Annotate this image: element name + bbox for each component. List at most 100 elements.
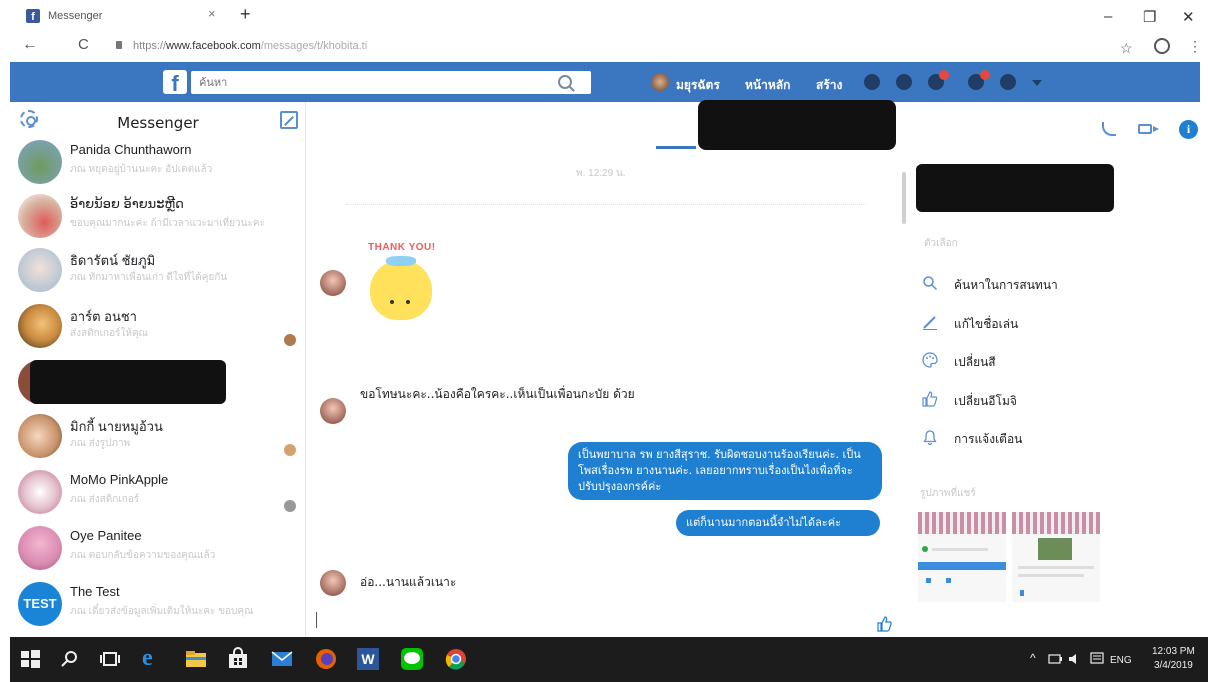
chrome-icon[interactable]: [444, 647, 468, 671]
avatar[interactable]: [651, 73, 669, 91]
conversation-item[interactable]: TEST The Test ภณ เดี๋ยวส่งข้อมูลเพิ่มเติ…: [10, 578, 305, 634]
conversation-name: MoMo PinkApple: [70, 472, 169, 487]
browser-tab[interactable]: f Messenger: [18, 6, 238, 26]
menu-kebab-icon[interactable]: ⋮: [1188, 38, 1202, 55]
chevron-down-icon[interactable]: [1032, 80, 1042, 86]
option-change-emoji[interactable]: เปลี่ยนอีโมจิ: [920, 388, 1180, 410]
url-field[interactable]: https://www.facebook.com/messages/t/khob…: [133, 40, 367, 52]
option-label: ค้นหาในการสนทนา: [954, 278, 1058, 292]
video-camera-icon[interactable]: [1138, 124, 1159, 134]
conversation-item[interactable]: [10, 356, 305, 412]
header-divider: [656, 146, 696, 149]
conversation-item[interactable]: Panida Chunthaworn ภณ หยุดอยู่บ้านนะคะ อ…: [10, 136, 305, 192]
mail-icon[interactable]: [270, 647, 294, 671]
facebook-favicon-icon: f: [26, 9, 40, 23]
windows-start-icon[interactable]: [18, 647, 42, 671]
info-icon[interactable]: i: [1179, 120, 1198, 139]
chat-thread: พ. 12:29 น. THANK YOU! ขอโทษนะคะ..น้องคื…: [306, 100, 902, 637]
task-view-icon[interactable]: [98, 647, 122, 671]
notification-badge: [980, 70, 990, 80]
phone-icon[interactable]: [1102, 122, 1116, 136]
option-label: แก้ไขชื่อเล่น: [954, 317, 1019, 331]
search-icon: [923, 276, 938, 291]
minimize-button[interactable]: –: [1104, 8, 1112, 25]
file-explorer-icon[interactable]: [184, 647, 208, 671]
outgoing-message: เป็นพยาบาล รพ ยางสีสุราช. รับผิดชอบงานร้…: [568, 442, 882, 500]
friend-requests-icon[interactable]: [864, 74, 880, 90]
conversation-item[interactable]: อาร์ต อนชา ส่งสติกเกอร์ให้คุณ: [10, 300, 305, 356]
sidebar-title: Messenger: [117, 114, 199, 132]
message-input-cursor[interactable]: [316, 612, 317, 628]
thumbs-up-icon: [922, 391, 938, 407]
address-bar: ← C https://www.facebook.com/messages/t/…: [0, 34, 1208, 62]
thumbs-up-icon[interactable]: [876, 616, 892, 632]
conversation-item[interactable]: มิกกี้ นายหมูอ้วน ภณ ส่งรูปภาพ: [10, 410, 305, 466]
input-language[interactable]: ENG: [1110, 655, 1132, 666]
conversation-item[interactable]: Oye Panitee ภณ ตอบกลับข้อความของคุณแล้ว: [10, 522, 305, 578]
help-icon[interactable]: [1000, 74, 1016, 90]
messenger-icon[interactable]: [896, 74, 912, 90]
conversation-name: อาร์ต อนชา: [70, 309, 137, 324]
bookmark-star-icon[interactable]: ☆: [1120, 40, 1133, 57]
shared-photo-thumbnail[interactable]: [918, 512, 1006, 602]
option-label: เปลี่ยนสี: [954, 355, 996, 369]
search-icon[interactable]: [558, 75, 572, 89]
conversation-snippet: ภณ เดี๋ยวส่งข้อมูลเพิ่มเติมให้นะคะ ขอบคุ…: [70, 606, 254, 617]
profile-link[interactable]: มยุรฉัตร: [676, 76, 720, 95]
option-search-in-conversation[interactable]: ค้นหาในการสนทนา: [920, 272, 1180, 294]
close-window-button[interactable]: ✕: [1182, 8, 1195, 26]
store-icon[interactable]: [226, 647, 250, 671]
conversation-name: Oye Panitee: [70, 528, 142, 543]
facebook-top-bar: f มยุรฉัตร หน้าหลัก สร้าง: [10, 62, 1200, 102]
bell-icon: [923, 430, 937, 445]
word-icon[interactable]: W: [356, 647, 380, 671]
search-icon[interactable]: [58, 647, 82, 671]
eye: [406, 300, 410, 304]
clock-date: 3/4/2019: [1153, 660, 1193, 671]
action-center-icon[interactable]: [1090, 652, 1104, 666]
conversation-snippet: ส่งสติกเกอร์ให้คุณ: [70, 328, 148, 339]
thank-you-sticker: THANK YOU!: [364, 242, 442, 337]
search-input[interactable]: [191, 71, 591, 94]
reload-button[interactable]: C: [78, 36, 89, 53]
avatar: TEST: [18, 582, 62, 626]
chevron-up-icon[interactable]: ^: [1030, 651, 1036, 665]
conversation-name: มิกกี้ นายหมูอ้วน: [70, 419, 163, 434]
firefox-icon[interactable]: [314, 647, 338, 671]
conversation-item[interactable]: ธิดารัตน์ ชัยภูมิ ภณ ทักมาหาเพื่อนเก่า ด…: [10, 244, 305, 300]
url-scheme: https://: [133, 40, 167, 52]
edge-browser-icon[interactable]: e: [142, 646, 166, 671]
seen-avatar: [284, 334, 296, 346]
conversation-name: ອ້າຍນ້ອຍ ອ້າຍນະຫຼີດ: [70, 196, 184, 211]
volume-icon[interactable]: [1068, 652, 1082, 666]
conversation-snippet: ภณ ส่งสติกเกอร์: [70, 494, 140, 505]
restore-button[interactable]: ❐: [1143, 8, 1156, 26]
facebook-logo[interactable]: f: [163, 70, 187, 96]
redacted-box: [30, 360, 226, 404]
redacted-box: [916, 164, 1114, 212]
option-edit-nicknames[interactable]: แก้ไขชื่อเล่น: [920, 311, 1180, 333]
create-link[interactable]: สร้าง: [816, 76, 842, 95]
conversation-snippet: ภณ ส่งรูปภาพ: [70, 438, 131, 449]
line-app-icon[interactable]: [400, 647, 424, 671]
account-icon[interactable]: [1154, 38, 1170, 54]
new-tab-button[interactable]: +: [240, 4, 251, 25]
option-notifications[interactable]: การแจ้งเตือน: [920, 426, 1180, 448]
tab-close-button[interactable]: ×: [208, 6, 216, 21]
back-button[interactable]: ←: [22, 36, 38, 54]
shared-photo-thumbnail[interactable]: [1012, 512, 1100, 602]
option-change-color[interactable]: เปลี่ยนสี: [920, 349, 1180, 371]
scrollbar[interactable]: [902, 172, 906, 224]
home-link[interactable]: หน้าหลัก: [745, 76, 790, 95]
outgoing-message: แต่ก็นานมากตอนนี้จำไม่ได้ละค่ะ: [676, 510, 880, 536]
option-label: เปลี่ยนอีโมจิ: [954, 394, 1017, 408]
system-clock[interactable]: 12:03 PM 3/4/2019: [1152, 645, 1195, 673]
url-host: www.facebook.com: [166, 40, 261, 52]
bow-icon: [386, 256, 416, 266]
conversation-item[interactable]: MoMo PinkApple ภณ ส่งสติกเกอร์: [10, 466, 305, 522]
conversation-item[interactable]: ອ້າຍນ້ອຍ ອ້າຍນະຫຼີດ ขอบคุณมากนะคะ ถ้ามีเ…: [10, 190, 305, 246]
browser-tab-bar: f Messenger × + – ❐ ✕: [0, 0, 1208, 34]
battery-icon[interactable]: [1048, 653, 1062, 665]
date-separator: พ. 12:29 น.: [576, 168, 626, 179]
compose-icon[interactable]: [280, 111, 298, 129]
